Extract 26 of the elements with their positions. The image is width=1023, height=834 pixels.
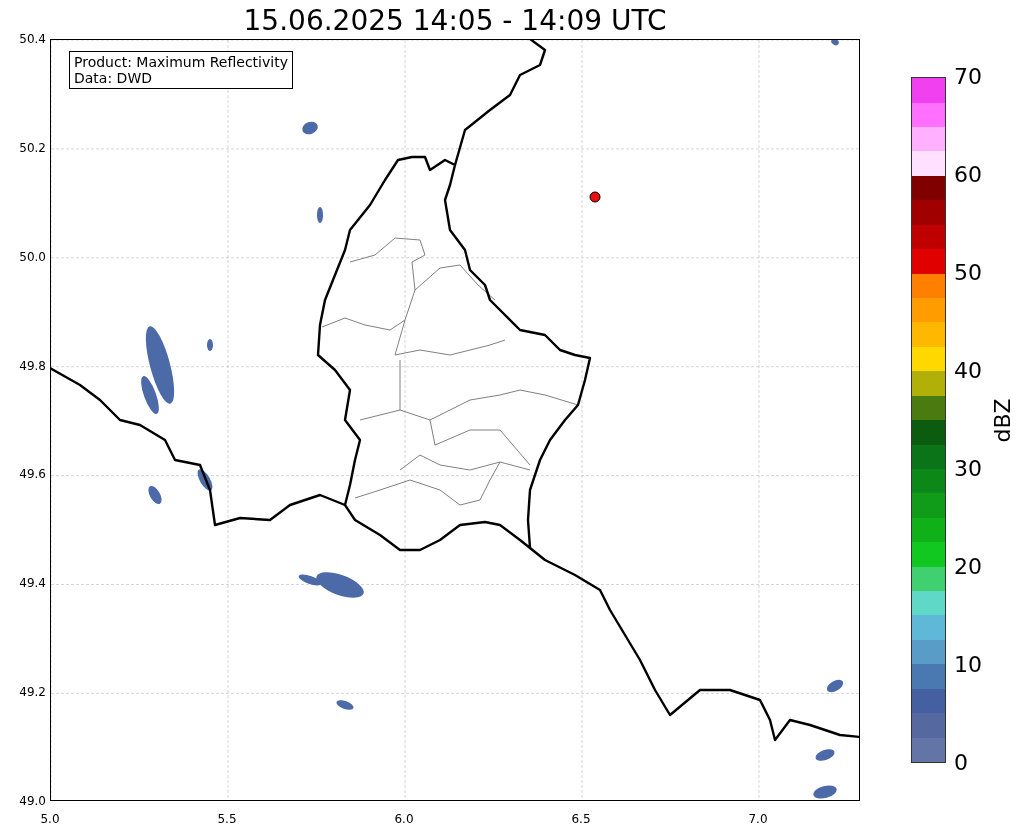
y-tick-label: 50.0	[19, 248, 46, 265]
y-tick-label: 49.0	[19, 792, 46, 809]
colorbar-tick-label: 0	[954, 750, 969, 776]
location-marker	[589, 191, 601, 203]
colorbar-tick-label: 50	[954, 260, 982, 286]
x-tick-label: 7.0	[747, 811, 769, 827]
chart-title: 15.06.2025 14:05 - 14:09 UTC	[242, 3, 668, 39]
legend-text: Data: DWD	[74, 70, 153, 86]
colorbar-label: dBZ	[989, 397, 1015, 443]
y-tick-label: 50.4	[19, 31, 46, 47]
y-tick-label: 49.4	[19, 575, 46, 592]
colorbar-tick-label: 40	[954, 358, 982, 384]
y-tick-label: 49.2	[19, 684, 46, 701]
colorbar-tick-label: 60	[954, 162, 982, 188]
colorbar-tick-label: 20	[954, 554, 982, 580]
y-tick-label: 49.6	[19, 466, 46, 483]
x-tick-label: 6.5	[570, 811, 592, 827]
colorbar-tick-label: 10	[954, 652, 982, 678]
y-tick-label: 50.2	[19, 139, 46, 156]
colorbar-tick-label: 30	[954, 456, 982, 482]
x-tick-label: 5.0	[39, 811, 61, 827]
x-tick-label: 6.0	[393, 811, 415, 827]
x-tick-label: 5.5	[216, 811, 238, 827]
legend-text: Product: Maximum Reflectivity	[74, 54, 288, 70]
colorbar-tick-label: 70	[954, 64, 982, 90]
y-tick-label: 49.8	[19, 357, 46, 374]
